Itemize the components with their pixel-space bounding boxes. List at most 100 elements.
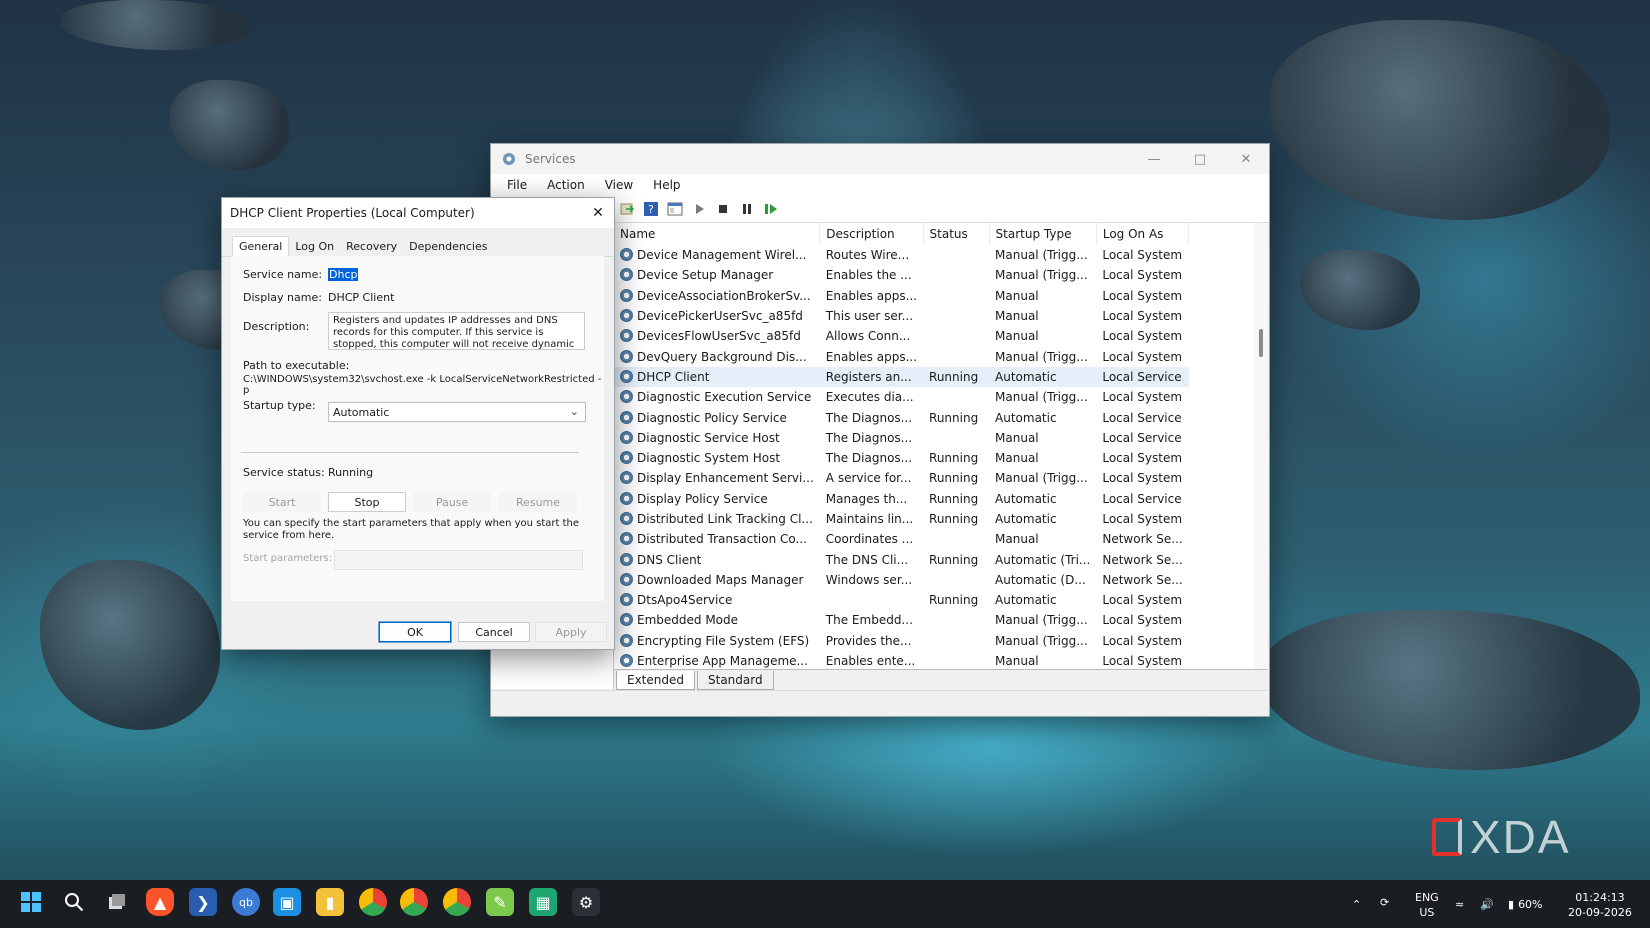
file-explorer-icon[interactable]: ▮ <box>316 888 344 916</box>
table-row[interactable]: Distributed Link Tracking Cl... Maintains… <box>614 509 1189 529</box>
column-header-name[interactable]: Name <box>614 223 821 245</box>
service-gear-icon <box>620 613 633 627</box>
table-row[interactable]: Device Setup Manager Enables the ... Manua… <box>614 265 1189 285</box>
chrome-profile-icon[interactable] <box>400 888 428 916</box>
display-name-value[interactable]: DHCP Client <box>328 291 394 304</box>
chrome-profile-2-icon[interactable] <box>443 888 471 916</box>
startup-type-select[interactable]: Automatic ⌄ <box>328 402 586 422</box>
notepad-app-icon[interactable]: ✎ <box>486 888 514 916</box>
chrome-icon[interactable] <box>359 888 387 916</box>
cell-text: Local System <box>1102 329 1183 344</box>
table-row[interactable]: Encrypting File System (EFS) Provides the… <box>614 631 1189 651</box>
services-gear-icon <box>503 153 515 165</box>
pause-button[interactable]: Pause <box>413 492 491 512</box>
cell-text: Network Se... <box>1102 552 1183 567</box>
description-textbox[interactable]: Registers and updates IP addresses and D… <box>328 312 585 350</box>
cell-status: Running <box>923 489 989 509</box>
cell-startup: Automatic <box>989 407 1096 427</box>
table-row[interactable]: Enterprise App Manageme... Enables ente..… <box>614 651 1189 669</box>
table-row[interactable]: Diagnostic Policy Service The Diagnos... R… <box>614 407 1189 427</box>
dialog-titlebar[interactable]: DHCP Client Properties (Local Computer) … <box>222 198 614 228</box>
table-row[interactable]: DtsApo4Service Running Automatic Local Syst… <box>614 590 1189 610</box>
table-row[interactable]: DHCP Client Registers an... Running Automat… <box>614 366 1189 388</box>
vertical-scrollbar[interactable] <box>1254 223 1268 669</box>
tab-log-on[interactable]: Log On <box>289 237 340 256</box>
menu-action[interactable]: Action <box>537 178 595 192</box>
resume-button[interactable]: Resume <box>499 492 577 512</box>
restart-service-icon[interactable] <box>763 201 779 217</box>
start-service-icon[interactable] <box>691 201 707 217</box>
table-row[interactable]: Diagnostic Service Host The Diagnos... Man… <box>614 428 1189 448</box>
table-row[interactable]: Display Policy Service Manages th... Runni… <box>614 489 1189 509</box>
clock[interactable]: 01:24:13 20-09-2026 <box>1568 890 1632 920</box>
tab-dependencies[interactable]: Dependencies <box>403 237 493 256</box>
service-name-text[interactable]: Dhcp <box>328 268 359 281</box>
show-hidden-icons-chevron-icon[interactable]: ⌃ <box>1352 897 1361 912</box>
store-app-icon[interactable]: ▦ <box>529 888 557 916</box>
cell-text: Local Service <box>1102 491 1182 506</box>
wifi-icon[interactable]: ≈ <box>1455 897 1464 912</box>
apply-button[interactable]: Apply <box>535 622 607 642</box>
table-row[interactable]: Distributed Transaction Co... Coordinates… <box>614 529 1189 549</box>
column-header-status[interactable]: Status <box>923 223 990 245</box>
search-icon[interactable] <box>60 888 88 916</box>
tab-extended[interactable]: Extended <box>616 671 695 690</box>
maximize-button[interactable]: □ <box>1177 144 1223 174</box>
start-button-windows-icon[interactable] <box>17 888 45 916</box>
table-row[interactable]: Embedded Mode The Embedd... Manual (Trigg.… <box>614 610 1189 630</box>
remote-desktop-icon[interactable]: ▣ <box>273 888 301 916</box>
column-header-description[interactable]: Description <box>819 223 924 245</box>
table-row[interactable]: DNS Client The DNS Cli... Running Automatic… <box>614 549 1189 569</box>
cell-text: Automatic (D... <box>995 572 1086 587</box>
menu-file[interactable]: File <box>497 178 537 192</box>
table-row[interactable]: Display Enhancement Servi... A service fo… <box>614 468 1189 488</box>
column-header-log-on-as[interactable]: Log On As <box>1096 223 1190 245</box>
properties-icon[interactable] <box>667 201 683 217</box>
ok-button[interactable]: OK <box>378 621 452 643</box>
stop-service-icon[interactable] <box>715 201 731 217</box>
tab-standard[interactable]: Standard <box>697 671 774 690</box>
tab-general[interactable]: General <box>232 236 290 257</box>
qbittorrent-icon[interactable]: qb <box>232 888 260 916</box>
volume-icon[interactable]: 🔊 <box>1480 897 1494 912</box>
table-row[interactable]: DevQuery Background Dis... Enables apps..… <box>614 346 1189 366</box>
cell-text: Distributed Transaction Co... <box>637 532 807 547</box>
brave-browser-icon[interactable]: ▲ <box>146 888 174 916</box>
service-name-value[interactable]: Dhcp <box>328 268 359 281</box>
table-header: Name Description Status Startup Type Log… <box>614 223 1190 245</box>
table-row[interactable]: DevicesFlowUserSvc_a85fd Allows Conn... Ma… <box>614 326 1189 346</box>
sync-status-icon[interactable]: ⟳ <box>1380 895 1389 910</box>
cell-description: Routes Wire... <box>820 245 923 265</box>
scrollbar-thumb[interactable] <box>1259 329 1263 357</box>
close-button[interactable]: ✕ <box>1223 144 1269 174</box>
battery-indicator[interactable]: ▮ 60% <box>1508 897 1543 912</box>
powershell-icon[interactable]: ❯ <box>189 888 217 916</box>
column-header-startup-type[interactable]: Startup Type <box>989 223 1097 245</box>
services-taskbar-gear-icon[interactable]: ⚙ <box>572 888 600 916</box>
menu-view[interactable]: View <box>595 178 643 192</box>
table-row[interactable]: DeviceAssociationBrokerSv... Enables apps… <box>614 286 1189 306</box>
language-indicator[interactable]: ENG US <box>1415 890 1439 920</box>
start-params-input[interactable] <box>334 550 583 570</box>
minimize-button[interactable]: — <box>1131 144 1177 174</box>
table-row[interactable]: Diagnostic Execution Service Executes dia… <box>614 387 1189 407</box>
pause-service-icon[interactable] <box>739 201 755 217</box>
cell-description: Maintains lin... <box>820 509 923 529</box>
start-button[interactable]: Start <box>243 492 321 512</box>
menu-help[interactable]: Help <box>643 178 690 192</box>
help-icon[interactable]: ? <box>643 201 659 217</box>
table-row[interactable]: Diagnostic System Host The Diagnos... Runn… <box>614 448 1189 468</box>
path-value[interactable]: C:\WINDOWS\system32\svchost.exe -k Local… <box>243 374 604 396</box>
task-view-icon[interactable] <box>103 888 131 916</box>
cell-text: Manual <box>995 288 1039 303</box>
cancel-button[interactable]: Cancel <box>458 622 530 642</box>
services-titlebar[interactable]: Services — □ ✕ <box>491 144 1269 174</box>
tab-recovery[interactable]: Recovery <box>340 237 403 256</box>
stop-button[interactable]: Stop <box>328 492 406 512</box>
table-row[interactable]: DevicePickerUserSvc_a85fd This user ser..… <box>614 306 1189 326</box>
table-row[interactable]: Downloaded Maps Manager Windows ser... Aut… <box>614 570 1189 590</box>
dialog-close-button[interactable]: ✕ <box>582 205 614 221</box>
table-row[interactable]: Device Management Wirel... Routes Wire...… <box>614 245 1189 265</box>
export-list-icon[interactable] <box>619 201 635 217</box>
cell-text: Local Service <box>1102 430 1182 445</box>
